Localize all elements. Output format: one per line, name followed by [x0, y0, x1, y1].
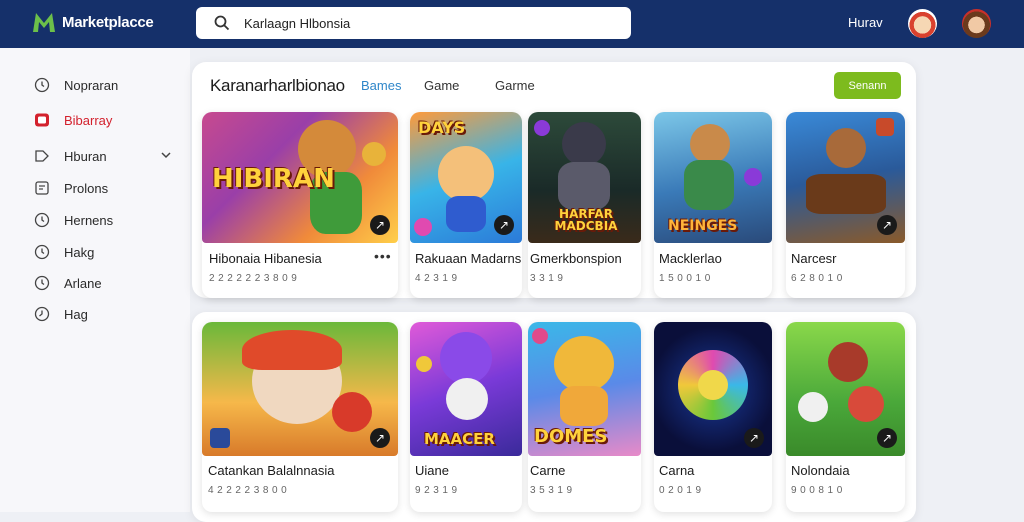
sidebar-item-label: Arlane [64, 275, 102, 291]
sidebar-item-label: Prolons [64, 180, 109, 196]
game-meta: 9 0 0 8 1 0 [791, 485, 843, 496]
sidebar-item-prolons[interactable]: Prolons [34, 177, 108, 199]
logo-text: Marketplacce [62, 13, 154, 31]
game-card[interactable]: DAYS ↗ Rakuaan Madarns 4 2 3 1 9 [410, 112, 522, 298]
sidebar-item-nopraran[interactable]: Nopraran [34, 74, 118, 96]
game-title[interactable]: Catankan Balalnnasia [208, 463, 334, 478]
game-title[interactable]: Nolondaia [791, 463, 850, 478]
section-title: Karanarharlbionao [210, 76, 345, 95]
game-meta: 1 5 0 0 1 0 [659, 273, 711, 284]
game-title[interactable]: Rakuaan Madarns [415, 251, 521, 266]
open-icon[interactable]: ↗ [744, 428, 764, 448]
tab-game[interactable]: Game [424, 78, 459, 93]
game-meta: 4 2 3 1 9 [415, 273, 458, 284]
sidebar-item-hakg[interactable]: Hakg [34, 241, 94, 263]
thumbnail-title: HIBIRAN [212, 164, 335, 194]
thumbnail-title: MAACER [424, 430, 495, 448]
game-card[interactable]: DOMES Carne 3 5 3 1 9 [528, 322, 641, 512]
logo-icon [33, 13, 55, 32]
game-card[interactable]: HIBIRAN ↗ Hibonaia Hibanesia ••• 2 2 2 2… [202, 112, 398, 298]
thumbnail-title: DAYS [418, 118, 466, 137]
game-thumbnail: HIBIRAN ↗ [202, 112, 398, 243]
clock-icon [34, 275, 50, 291]
avatar[interactable] [908, 9, 937, 38]
sidebar-item-label: Hburan [64, 148, 107, 164]
more-options-icon[interactable]: ••• [374, 248, 392, 264]
game-thumbnail: ↗ [786, 322, 905, 456]
game-card[interactable]: ↗ Narcesr 6 2 8 0 1 0 [786, 112, 905, 298]
thumbnail-title: NEINGES [668, 218, 738, 234]
open-icon[interactable]: ↗ [494, 215, 514, 235]
game-meta: 6 2 8 0 1 0 [791, 273, 843, 284]
logo[interactable]: Marketplacce [30, 8, 154, 36]
game-title[interactable]: Carne [530, 463, 565, 478]
sidebar-item-hburan[interactable]: Hburan [34, 145, 107, 167]
game-title[interactable]: Carna [659, 463, 694, 478]
game-card[interactable]: HARFAR MADCBIA Gmerkbonspion 3 3 1 9 [528, 112, 641, 298]
avatar[interactable] [962, 9, 991, 38]
sidebar-item-label: Hakg [64, 244, 95, 260]
game-card[interactable]: MAACER Uiane 9 2 3 1 9 [410, 322, 522, 512]
game-meta: 2 2 2 2 2 2 3 8 0 9 [209, 273, 298, 284]
open-icon[interactable]: ↗ [877, 215, 897, 235]
search-input[interactable] [244, 15, 604, 31]
open-icon[interactable]: ↗ [370, 428, 390, 448]
game-card[interactable]: ↗ Carna 0 2 0 1 9 [654, 322, 772, 512]
sidebar-item-hag[interactable]: Hag [34, 303, 88, 325]
thumbnail-title: DOMES [534, 426, 608, 447]
clock-icon [34, 244, 50, 260]
game-title[interactable]: Narcesr [791, 251, 837, 266]
game-title[interactable]: Macklerlao [659, 251, 722, 266]
game-thumbnail: ↗ [654, 322, 772, 456]
game-meta: 9 2 3 1 9 [415, 485, 458, 496]
top-nav-link[interactable]: Hurav [848, 15, 883, 30]
open-icon[interactable]: ↗ [877, 428, 897, 448]
game-title[interactable]: Hibonaia Hibanesia [209, 251, 322, 266]
top-bar: Marketplacce Hurav [0, 0, 1024, 48]
open-icon[interactable]: ↗ [370, 215, 390, 235]
game-thumbnail: MAACER [410, 322, 522, 456]
clock-icon [34, 306, 50, 322]
tv-icon [34, 112, 50, 128]
game-card[interactable]: ↗ Nolondaia 9 0 0 8 1 0 [786, 322, 905, 512]
sidebar-item-label: Hag [64, 306, 88, 322]
tab-bames[interactable]: Bames [361, 78, 401, 93]
sidebar-item-label: Hernens [64, 212, 114, 228]
game-card[interactable]: ↗ Catankan Balalnnasia 4 2 2 2 2 3 8 0 0 [202, 322, 398, 512]
tab-garme[interactable]: Garme [495, 78, 535, 93]
game-title[interactable]: Gmerkbonspion [530, 251, 622, 266]
document-icon [34, 180, 50, 196]
game-meta: 4 2 2 2 2 3 8 0 0 [208, 485, 288, 496]
thumbnail-title: HARFAR MADCBIA [554, 207, 618, 233]
chevron-down-icon[interactable] [160, 148, 172, 166]
sidebar-item-arlane[interactable]: Arlane [34, 272, 102, 294]
clock-icon [34, 77, 50, 93]
game-thumbnail: HARFAR MADCBIA [528, 112, 641, 243]
game-card[interactable]: NEINGES Macklerlao 1 5 0 0 1 0 [654, 112, 772, 298]
search-bar[interactable] [196, 7, 631, 39]
game-meta: 0 2 0 1 9 [659, 485, 702, 496]
clock-icon [34, 212, 50, 228]
sidebar-item-label: Bibarray [64, 112, 113, 128]
search-icon [214, 15, 230, 31]
game-thumbnail: ↗ [786, 112, 905, 243]
game-logo-icon [210, 428, 230, 448]
sidebar-item-label: Nopraran [64, 77, 119, 93]
game-thumbnail: ↗ [202, 322, 398, 456]
sidebar-item-hernens[interactable]: Hernens [34, 209, 113, 231]
action-button[interactable]: Senann [834, 72, 901, 99]
tag-icon [34, 148, 50, 164]
game-meta: 3 5 3 1 9 [530, 485, 573, 496]
game-title[interactable]: Uiane [415, 463, 449, 478]
sidebar: Nopraran Bibarray Hburan Prolons Hernens… [0, 48, 190, 512]
game-meta: 3 3 1 9 [530, 273, 564, 284]
game-thumbnail: DOMES [528, 322, 641, 456]
game-thumbnail: DAYS ↗ [410, 112, 522, 243]
sidebar-item-bibarray[interactable]: Bibarray [34, 109, 112, 131]
game-thumbnail: NEINGES [654, 112, 772, 243]
